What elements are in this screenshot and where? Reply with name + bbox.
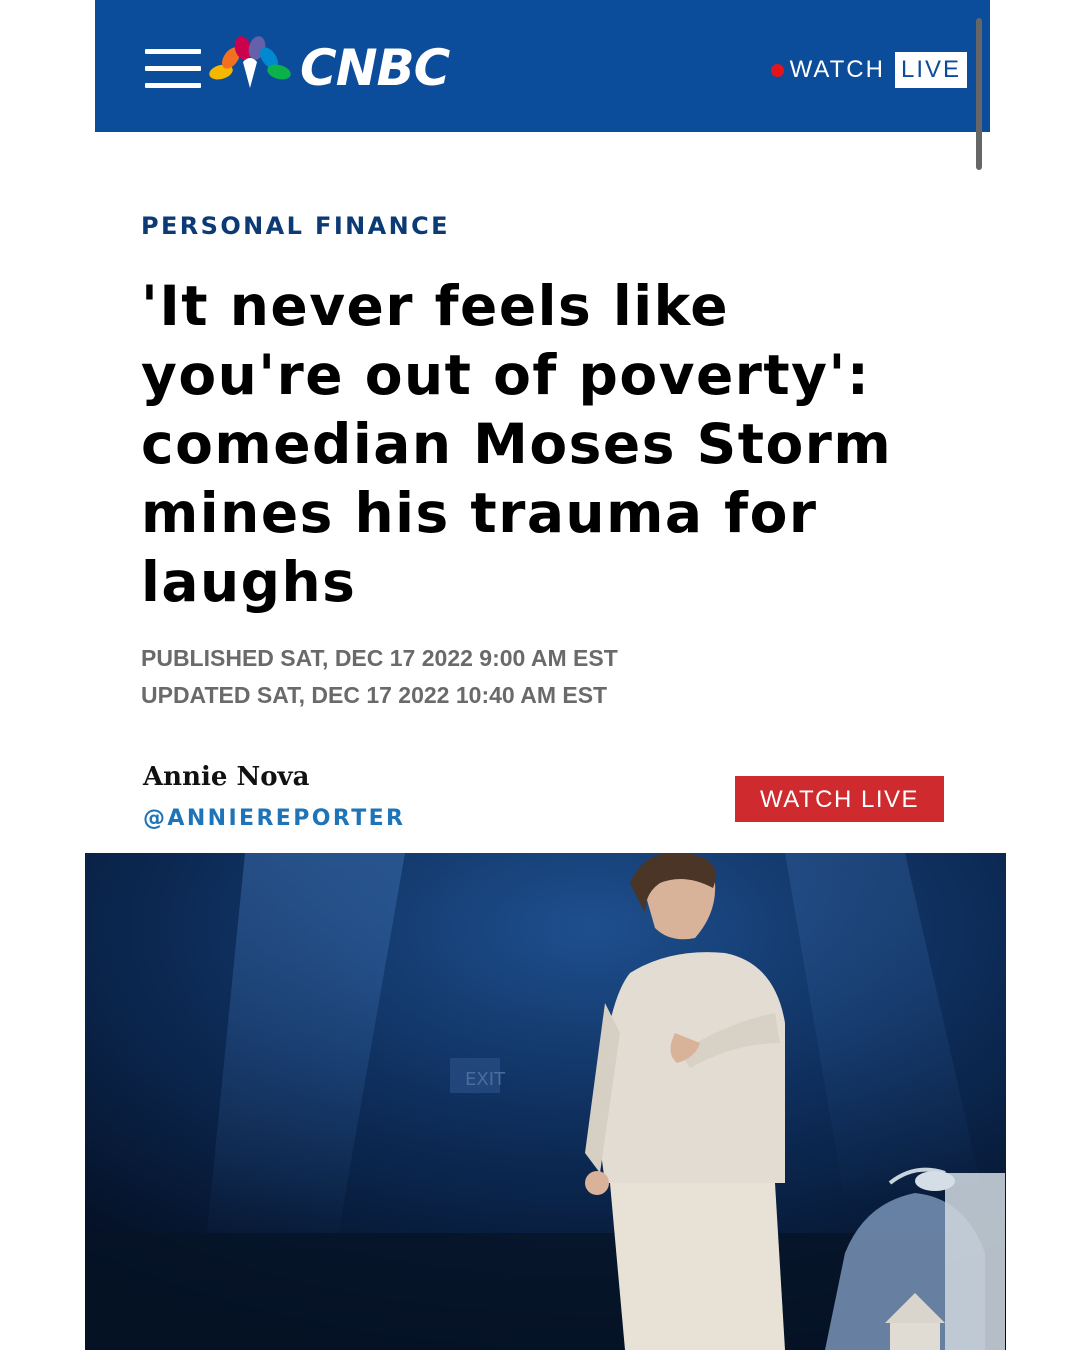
article-dates: PUBLISHED SAT, DEC 17 2022 9:00 AM EST U… [141,640,618,714]
watch-live-header-link[interactable]: WATCH LIVE [770,52,967,88]
article-headline: 'It never feels like you're out of pover… [141,274,893,614]
updated-date: UPDATED SAT, DEC 17 2022 10:40 AM EST [141,682,608,708]
live-badge: LIVE [894,52,967,88]
site-header: CNBC WATCH LIVE [95,0,990,132]
watch-live-button[interactable]: WATCH LIVE [735,776,944,822]
hamburger-menu-icon[interactable] [145,49,201,89]
section-label[interactable]: PERSONAL FINANCE [141,212,450,240]
exit-sign: EXIT [465,1069,506,1090]
author-handle[interactable]: @ANNIEREPORTER [143,806,405,831]
author-name[interactable]: Annie Nova [143,762,310,792]
nbc-peacock-icon[interactable] [207,34,293,90]
live-record-dot-icon [770,63,784,77]
published-date: PUBLISHED SAT, DEC 17 2022 9:00 AM EST [141,645,618,671]
cnbc-logo-text[interactable]: CNBC [300,40,450,96]
watch-label: WATCH [789,56,885,83]
scrollbar[interactable] [976,18,982,170]
hero-image: EXIT [85,853,1006,1350]
